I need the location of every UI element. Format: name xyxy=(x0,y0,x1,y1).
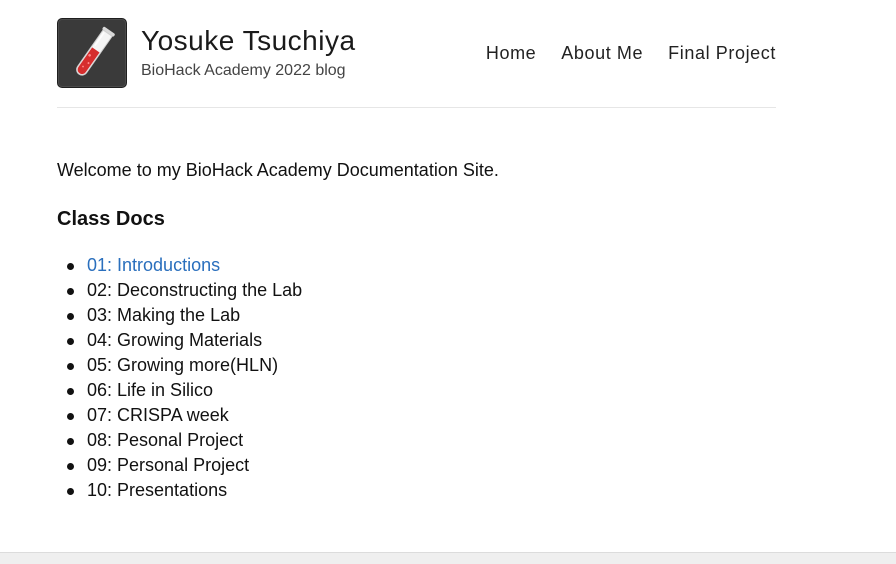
bullet-icon xyxy=(67,363,74,370)
class-docs-heading: Class Docs xyxy=(57,208,165,230)
list-item: 09: Personal Project xyxy=(57,453,777,478)
nav-final-project-link[interactable]: Final Project xyxy=(668,43,776,64)
doc-item-label: 08: Pesonal Project xyxy=(87,430,244,450)
list-item: 02: Deconstructing the Lab xyxy=(57,278,777,303)
list-item: 01: Introductions xyxy=(57,253,777,278)
bullet-icon xyxy=(67,388,74,395)
bullet-icon xyxy=(67,463,74,470)
list-item: 03: Making the Lab xyxy=(57,303,777,328)
list-item: 04: Growing Materials xyxy=(57,328,777,353)
doc-link-introductions[interactable]: 01: Introductions xyxy=(87,255,220,275)
main-nav: Home About Me Final Project xyxy=(486,43,776,64)
site-logo[interactable] xyxy=(57,18,127,88)
doc-item-label: 09: Personal Project xyxy=(87,455,250,475)
intro-text: Welcome to my BioHack Academy Documentat… xyxy=(57,160,499,180)
class-docs-list: 01: Introductions 02: Deconstructing the… xyxy=(57,253,777,503)
doc-item-label: 10: Presentations xyxy=(87,480,228,500)
doc-item-label: 05: Growing more(HLN) xyxy=(87,355,279,375)
bullet-icon xyxy=(67,263,74,270)
doc-item-label: 04: Growing Materials xyxy=(87,330,263,350)
list-item: 06: Life in Silico xyxy=(57,378,777,403)
bullet-icon xyxy=(67,413,74,420)
doc-item-label: 07: CRISPA week xyxy=(87,405,229,425)
nav-home-link[interactable]: Home xyxy=(486,43,536,64)
bullet-icon xyxy=(67,313,74,320)
list-item: 10: Presentations xyxy=(57,478,777,503)
bullet-icon xyxy=(67,438,74,445)
bullet-icon xyxy=(67,338,74,345)
page: Yosuke Tsuchiya BioHack Academy 2022 blo… xyxy=(0,0,896,564)
list-item: 07: CRISPA week xyxy=(57,403,777,428)
main-content: Welcome to my BioHack Academy Documentat… xyxy=(57,160,777,503)
site-subtitle: BioHack Academy 2022 blog xyxy=(141,62,346,79)
list-item: 05: Growing more(HLN) xyxy=(57,353,777,378)
site-title[interactable]: Yosuke Tsuchiya xyxy=(141,25,356,57)
list-item: 08: Pesonal Project xyxy=(57,428,777,453)
bullet-icon xyxy=(67,288,74,295)
doc-item-label: 03: Making the Lab xyxy=(87,305,241,325)
doc-item-label: 02: Deconstructing the Lab xyxy=(87,280,303,300)
site-header: Yosuke Tsuchiya BioHack Academy 2022 blo… xyxy=(57,18,776,108)
test-tube-icon xyxy=(76,26,115,76)
footer-strip xyxy=(0,552,896,564)
nav-about-me-link[interactable]: About Me xyxy=(561,43,643,64)
bullet-icon xyxy=(67,488,74,495)
doc-item-label: 06: Life in Silico xyxy=(87,380,214,400)
